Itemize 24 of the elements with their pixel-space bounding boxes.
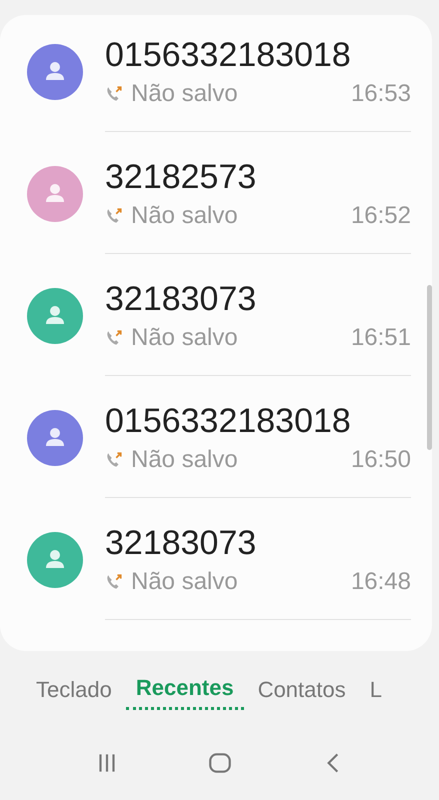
- phone-number: 32183073: [105, 524, 258, 562]
- phone-number: 0156332183018: [105, 36, 352, 74]
- outgoing-call-icon: [105, 451, 123, 469]
- phone-number: 32183073: [105, 280, 258, 318]
- tab[interactable]: Contatos: [248, 671, 356, 710]
- call-time: 16:48: [350, 568, 411, 596]
- call-status: Não salvo: [131, 324, 238, 352]
- call-status: Não salvo: [131, 202, 238, 230]
- outgoing-call-icon: [105, 85, 123, 103]
- call-time: 16:52: [350, 202, 411, 230]
- outgoing-call-icon: [105, 329, 123, 347]
- outgoing-call-icon: [105, 207, 123, 225]
- call-status: Não salvo: [131, 80, 238, 108]
- tab[interactable]: Teclado: [26, 671, 122, 710]
- call-time: 16:53: [350, 80, 411, 108]
- outgoing-call-icon: [105, 573, 123, 591]
- phone-number: 0156332183018: [105, 402, 352, 440]
- call-time: 16:50: [350, 446, 411, 474]
- call-time: 16:51: [350, 324, 411, 352]
- phone-number: 32182573: [105, 158, 258, 196]
- call-status: Não salvo: [131, 446, 238, 474]
- call-status: Não salvo: [131, 568, 238, 596]
- tab[interactable]: Recentes: [126, 671, 244, 710]
- tab[interactable]: L: [360, 671, 392, 710]
